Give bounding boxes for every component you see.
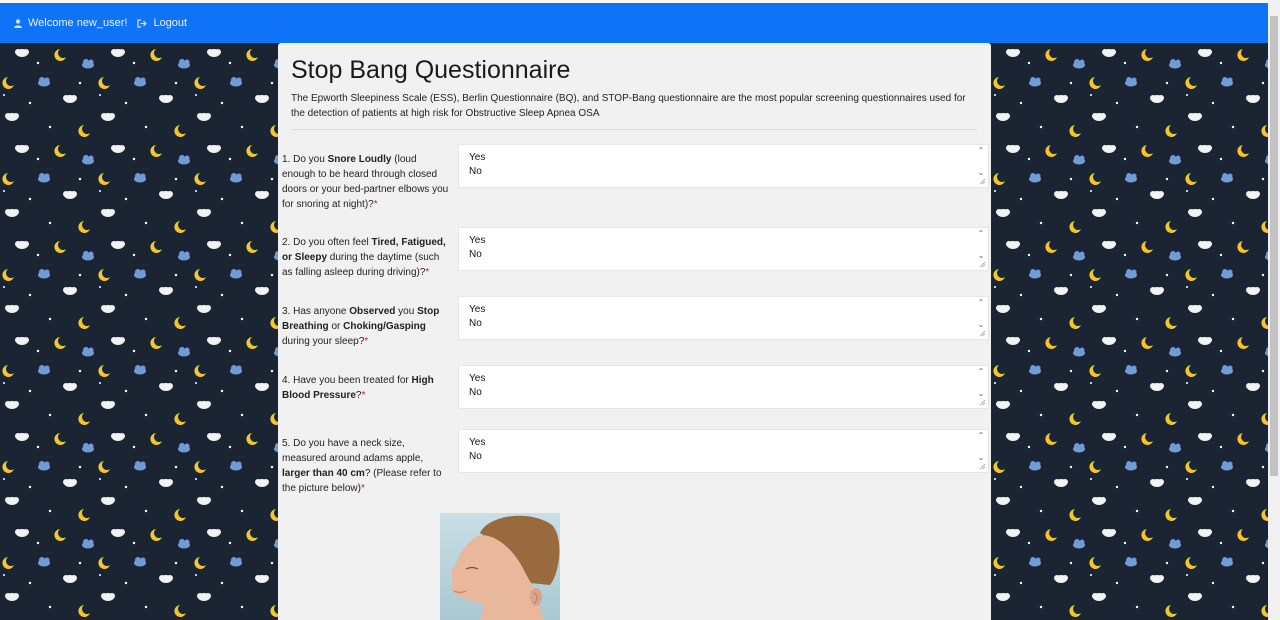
question-5-label: 5. Do you have a neck size, measured aro… [282, 438, 442, 494]
option-yes[interactable]: Yes [469, 372, 988, 386]
welcome-text: Welcome new_user! [28, 17, 128, 29]
question-2-select[interactable]: Yes No ⌃ ⌄ [458, 227, 989, 271]
scroll-down-icon[interactable]: ⌄ [977, 252, 985, 260]
resize-grip-icon[interactable] [979, 330, 986, 337]
scroll-down-icon[interactable]: ⌄ [977, 169, 985, 177]
divider [291, 129, 977, 130]
scroll-up-icon[interactable]: ⌃ [977, 230, 985, 238]
question-2-label: 2. Do you often feel Tired, Fatigued, or… [282, 237, 446, 278]
welcome-link[interactable]: Welcome new_user! [14, 17, 127, 29]
scrollbar-thumb[interactable] [1270, 16, 1278, 476]
resize-grip-icon[interactable] [979, 463, 986, 470]
logout-link[interactable]: Logout [137, 17, 187, 29]
questionnaire-card: Stop Bang Questionnaire The Epworth Slee… [278, 43, 991, 620]
scroll-down-icon[interactable]: ⌄ [977, 321, 985, 329]
scroll-down-icon[interactable]: ⌄ [977, 454, 985, 462]
option-yes[interactable]: Yes [469, 234, 988, 248]
scroll-up-icon[interactable]: ⌃ [977, 432, 985, 440]
question-3-label: 3. Has anyone Observed you Stop Breathin… [282, 306, 440, 347]
scroll-down-icon[interactable]: ⌄ [977, 390, 985, 398]
resize-grip-icon[interactable] [979, 399, 986, 406]
option-no[interactable]: No [469, 165, 988, 179]
option-no[interactable]: No [469, 248, 988, 262]
question-3-select[interactable]: Yes No ⌃ ⌄ [458, 296, 989, 340]
scroll-up-icon[interactable]: ⌃ [977, 299, 985, 307]
question-4-select[interactable]: Yes No ⌃ ⌄ [458, 365, 989, 409]
scroll-up-icon[interactable]: ⌃ [977, 147, 985, 155]
resize-grip-icon[interactable] [979, 261, 986, 268]
required-marker: * [361, 390, 366, 401]
required-marker: * [364, 336, 369, 347]
night-pattern-right [991, 43, 1268, 620]
question-1-select[interactable]: Yes No ⌃ ⌄ [458, 144, 989, 188]
option-no[interactable]: No [469, 386, 988, 400]
sign-out-icon [137, 18, 148, 28]
option-no[interactable]: No [469, 450, 988, 464]
resize-grip-icon[interactable] [979, 178, 986, 185]
option-yes[interactable]: Yes [469, 151, 988, 165]
required-marker: * [360, 483, 365, 494]
question-5-select[interactable]: Yes No ⌃ ⌄ [458, 429, 989, 473]
night-pattern-left [0, 43, 278, 620]
option-yes[interactable]: Yes [469, 436, 988, 450]
page-title: Stop Bang Questionnaire [291, 56, 571, 84]
navbar: Welcome new_user! Logout [0, 3, 1268, 43]
option-yes[interactable]: Yes [469, 303, 988, 317]
question-4-label: 4. Have you been treated for High Blood … [282, 375, 434, 401]
required-marker: * [373, 199, 378, 210]
logout-text: Logout [153, 17, 188, 29]
page-scrollbar[interactable] [1268, 0, 1280, 620]
user-icon [14, 18, 22, 28]
scroll-up-icon[interactable]: ⌃ [977, 368, 985, 376]
required-marker: * [425, 267, 430, 278]
neck-reference-image [440, 513, 560, 620]
intro-text: The Epworth Sleepiness Scale (ESS), Berl… [291, 93, 966, 119]
option-no[interactable]: No [469, 317, 988, 331]
question-1-label: 1. Do you Snore Loudly (loud enough to b… [282, 154, 449, 210]
